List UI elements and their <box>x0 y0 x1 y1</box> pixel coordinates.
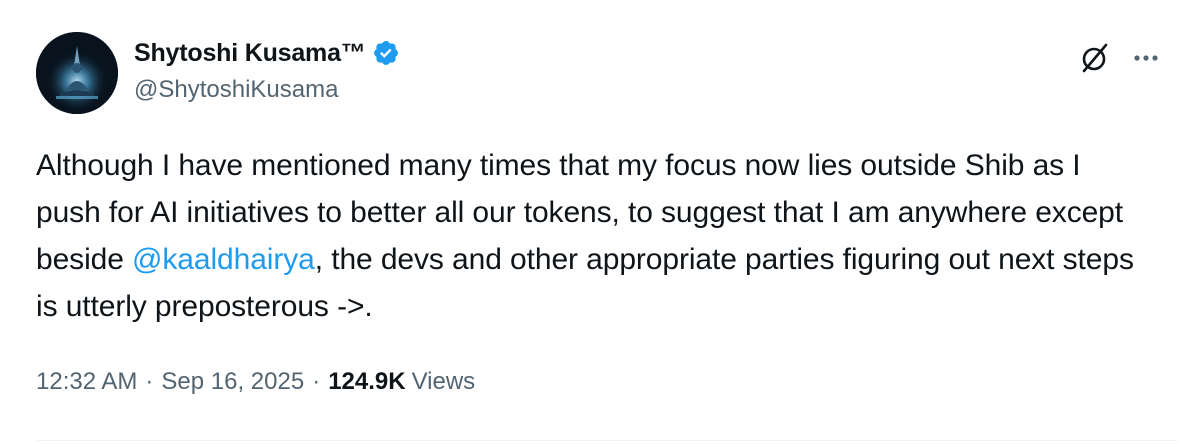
more-options-icon[interactable] <box>1128 40 1164 76</box>
handle[interactable]: @ShytoshiKusama <box>134 76 400 104</box>
mention-link[interactable]: @kaaldhairya <box>132 243 315 276</box>
tweet-time[interactable]: 12:32 AM <box>36 368 137 396</box>
tweet-card: Shytoshi Kusama™ @ShytoshiKusama Althoug… <box>0 0 1200 444</box>
verified-badge-icon[interactable] <box>372 39 400 67</box>
divider <box>36 440 1178 441</box>
author-block: Shytoshi Kusama™ @ShytoshiKusama <box>134 36 400 104</box>
grok-icon[interactable] <box>1078 41 1112 75</box>
views-count[interactable]: 124.9K <box>328 368 405 396</box>
views-label[interactable]: Views <box>412 368 476 396</box>
meta-separator: · <box>312 368 321 395</box>
tweet-header: Shytoshi Kusama™ @ShytoshiKusama <box>36 26 1176 122</box>
header-actions <box>1078 40 1164 76</box>
avatar-image <box>36 32 118 114</box>
meta-separator: · <box>145 368 154 395</box>
name-row: Shytoshi Kusama™ <box>134 36 400 70</box>
tweet-meta: 12:32 AM · Sep 16, 2025 · 124.9K Views <box>36 368 475 396</box>
tweet-date[interactable]: Sep 16, 2025 <box>161 368 304 396</box>
tweet-text: Although I have mentioned many times tha… <box>36 142 1146 330</box>
avatar[interactable] <box>36 32 118 114</box>
display-name[interactable]: Shytoshi Kusama™ <box>134 39 366 68</box>
